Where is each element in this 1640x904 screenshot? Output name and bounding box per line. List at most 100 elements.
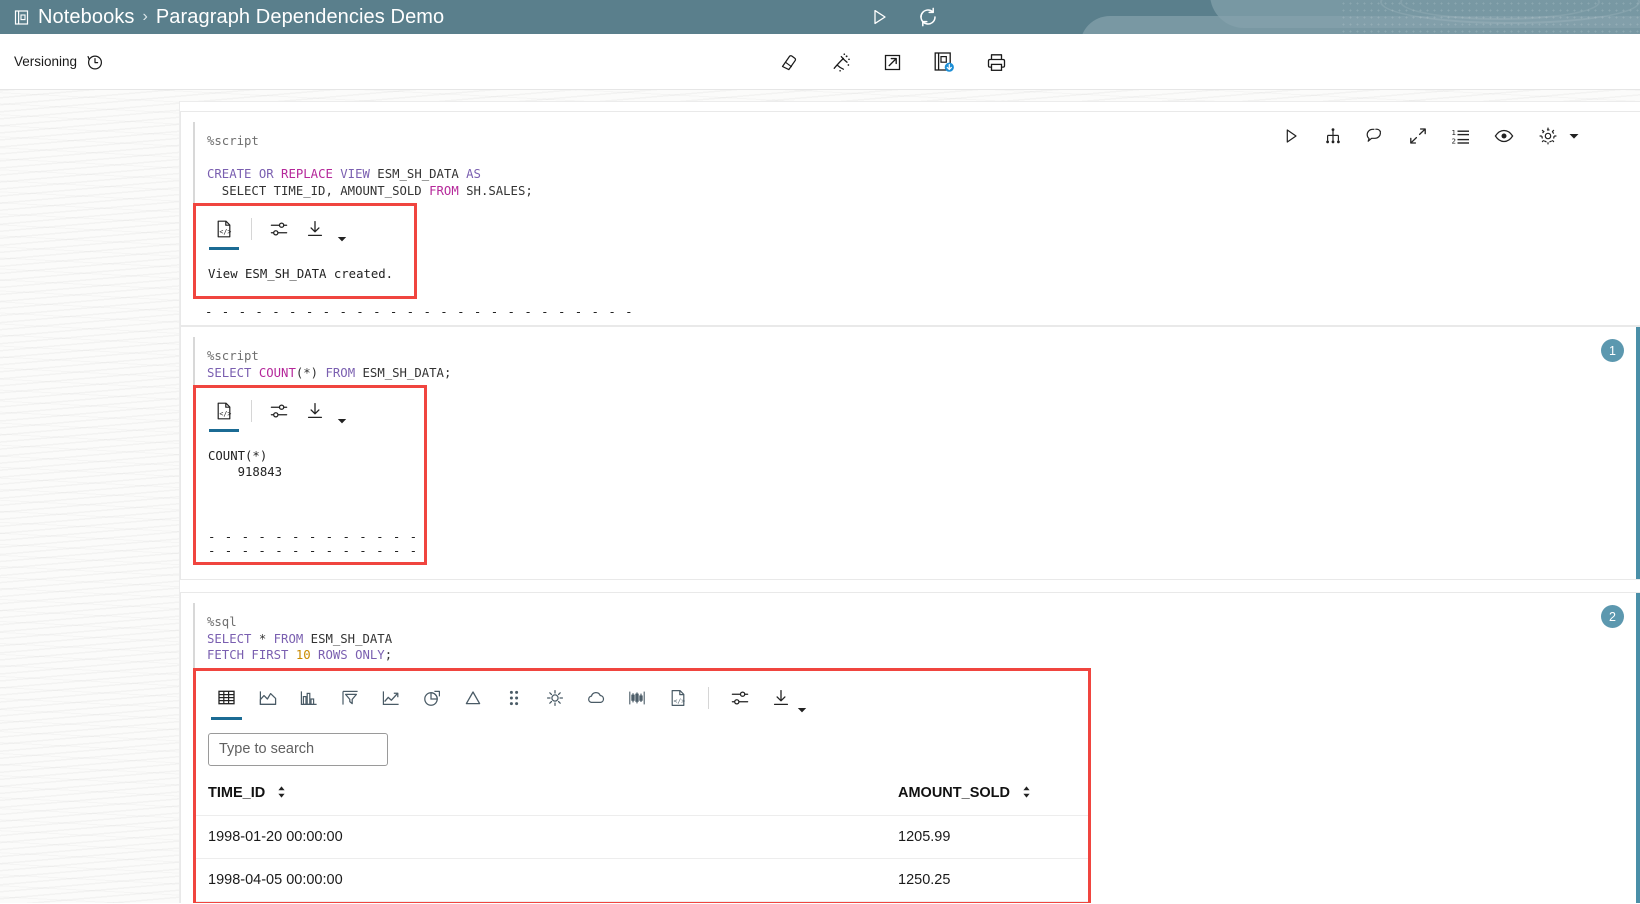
paragraph-1-result-highlight: </> COUNT(*) 918843 - - - - - - - - - - … — [193, 385, 427, 565]
history-clock-icon[interactable] — [84, 52, 104, 72]
table-header-row: TIME_ID AMOUNT_SOLD — [196, 776, 1088, 816]
paragraph-0-result-text: View ESM_SH_DATA created. — [208, 267, 394, 281]
table-row[interactable]: 1998-01-20 00:00:00 1205.99 — [196, 815, 1088, 859]
column-label: AMOUNT_SOLD — [898, 784, 1010, 801]
versioning-label: Versioning — [14, 54, 78, 69]
sort-toggle-icon[interactable] — [1021, 785, 1032, 803]
column-header-amount-sold[interactable]: AMOUNT_SOLD — [886, 776, 1088, 816]
comment-icon[interactable] — [1365, 126, 1386, 147]
run-paragraph-icon[interactable] — [1281, 126, 1301, 146]
notebook-sheet: %script CREATE OR REPLACE VIEW ESM_SH_DA… — [180, 102, 1640, 903]
versioning-button[interactable]: Versioning — [0, 52, 104, 72]
result-download-icon[interactable] — [297, 212, 333, 246]
app-header: Notebooks › Paragraph Dependencies Demo — [0, 0, 1640, 34]
code-line: SELECT COUNT(*) FROM ESM_SH_DATA; — [207, 365, 452, 380]
viz-grid-icon[interactable] — [206, 679, 247, 720]
clear-all-icon[interactable] — [827, 49, 853, 75]
paragraph-0-interpreter: %script — [207, 134, 259, 148]
code-line: SELECT TIME_ID, AMOUNT_SOLD FROM SH.SALE… — [207, 183, 533, 198]
result-table: TIME_ID AMOUNT_SOLD 1998-01-20 00:00:00 … — [196, 776, 1088, 902]
viz-pie-icon[interactable] — [411, 679, 452, 717]
viz-pyramid-icon[interactable] — [452, 679, 493, 717]
open-external-icon[interactable] — [879, 49, 905, 75]
dependencies-icon[interactable] — [1323, 126, 1343, 146]
paragraph-2-accent-bar — [1636, 593, 1640, 903]
column-header-time-id[interactable]: TIME_ID — [196, 776, 886, 816]
paragraph-2-code[interactable]: %sql SELECT * FROM ESM_SH_DATA FETCH FIR… — [193, 603, 1640, 668]
viz-cloud-icon[interactable] — [575, 679, 616, 717]
breadcrumb: Notebooks › Paragraph Dependencies Demo — [0, 6, 444, 29]
paragraph-1-interpreter: %script — [207, 349, 259, 363]
result-search-wrap — [196, 717, 1088, 766]
paragraph-0-separator: - - - - - - - - - - - - - - - - - - - - … — [205, 305, 634, 319]
code-line: SELECT * FROM ESM_SH_DATA — [207, 631, 393, 646]
result-download-caret-icon[interactable] — [335, 232, 349, 246]
paragraph-settings-gear-icon[interactable] — [1537, 125, 1559, 147]
viz-funnel-icon[interactable] — [329, 679, 370, 717]
result-tabs-divider — [251, 400, 252, 422]
viz-candlestick-icon[interactable] — [616, 679, 657, 717]
breadcrumb-notebooks-link[interactable]: Notebooks — [38, 6, 135, 29]
visualization-tabs: </> — [196, 671, 1088, 720]
cell-amount-sold: 1205.99 — [886, 815, 1088, 859]
search-input[interactable] — [208, 732, 388, 766]
paragraph-1-badge: 1 — [1601, 339, 1624, 362]
breadcrumb-separator: › — [142, 8, 148, 25]
paragraph-settings-caret-icon[interactable] — [1566, 128, 1582, 144]
result-download-caret-icon[interactable] — [335, 414, 349, 428]
paragraph-2-badge: 2 — [1601, 605, 1624, 628]
viz-settings-icon[interactable] — [719, 679, 760, 717]
clear-results-icon[interactable] — [775, 49, 801, 75]
paragraph-1-accent-bar — [1636, 327, 1640, 579]
viz-sunburst-icon[interactable] — [534, 679, 575, 717]
result-download-icon[interactable] — [297, 394, 333, 428]
cell-time-id: 1998-01-20 00:00:00 — [196, 815, 886, 859]
save-notebook-icon[interactable] — [931, 49, 957, 75]
visibility-eye-icon[interactable] — [1493, 125, 1515, 147]
paragraph-1-result-tabs: </> — [196, 388, 424, 432]
result-raw-icon[interactable]: </> — [206, 212, 242, 250]
svg-text:</>: </> — [219, 410, 231, 418]
viz-raw-icon[interactable]: </> — [657, 679, 698, 717]
result-settings-icon[interactable] — [261, 394, 297, 428]
cell-time-id: 1998-04-05 00:00:00 — [196, 858, 886, 902]
viz-download-icon[interactable] — [760, 679, 801, 717]
refresh-icon[interactable] — [916, 5, 940, 29]
paragraph-2-result-highlight: </> Type to search TIME_ID AMOUNT_SOLD 1… — [193, 667, 1091, 903]
viz-area-icon[interactable] — [247, 679, 288, 717]
code-line: CREATE OR REPLACE VIEW ESM_SH_DATA AS — [207, 167, 481, 181]
result-settings-icon[interactable] — [261, 212, 297, 246]
result-tabs-divider — [251, 218, 252, 240]
cell-amount-sold: 1250.25 — [886, 858, 1088, 902]
paragraph-0-code[interactable]: %script CREATE OR REPLACE VIEW ESM_SH_DA… — [193, 122, 1281, 203]
viz-scatter-icon[interactable] — [493, 679, 534, 717]
viz-bar-icon[interactable] — [288, 679, 329, 717]
ordered-list-icon[interactable]: 1 2 — [1450, 126, 1471, 147]
header-actions — [868, 5, 1640, 29]
paragraph-1-result-text: COUNT(*) 918843 — [208, 449, 283, 479]
run-all-icon[interactable] — [868, 6, 890, 28]
viz-tabs-divider — [708, 686, 709, 709]
paragraph-2: 2 %sql SELECT * FROM ESM_SH_DATA FETCH F… — [180, 592, 1640, 903]
column-label: TIME_ID — [208, 784, 266, 801]
result-raw-icon[interactable]: </> — [206, 394, 242, 432]
paragraph-1-code[interactable]: %script SELECT COUNT(*) FROM ESM_SH_DATA… — [193, 337, 1640, 385]
svg-text:2: 2 — [1452, 136, 1457, 145]
paragraph-0-result-highlight: </> View ESM_SH_DATA created. — [193, 203, 417, 299]
print-icon[interactable] — [983, 49, 1009, 75]
page-title: Paragraph Dependencies Demo — [155, 5, 445, 28]
code-line: FETCH FIRST 10 ROWS ONLY; — [207, 648, 393, 662]
sort-toggle-icon[interactable] — [276, 785, 287, 803]
notebook-toolbar-actions — [775, 34, 1009, 90]
paragraph-0-actions: 1 2 — [1281, 112, 1640, 147]
paragraph-0-result-tabs: </> — [196, 206, 414, 250]
paragraph-1-separator: - - - - - - - - - - - - - - - - - - - - … — [208, 530, 419, 558]
svg-text:</>: </> — [673, 697, 685, 705]
notebook-icon — [13, 9, 30, 26]
paragraph-2-interpreter: %sql — [207, 615, 237, 629]
expand-icon[interactable] — [1408, 126, 1428, 146]
viz-line-icon[interactable] — [370, 679, 411, 717]
svg-text:</>: </> — [219, 228, 231, 236]
table-row[interactable]: 1998-04-05 00:00:00 1250.25 — [196, 858, 1088, 902]
notebook-canvas: %script CREATE OR REPLACE VIEW ESM_SH_DA… — [0, 90, 1640, 903]
